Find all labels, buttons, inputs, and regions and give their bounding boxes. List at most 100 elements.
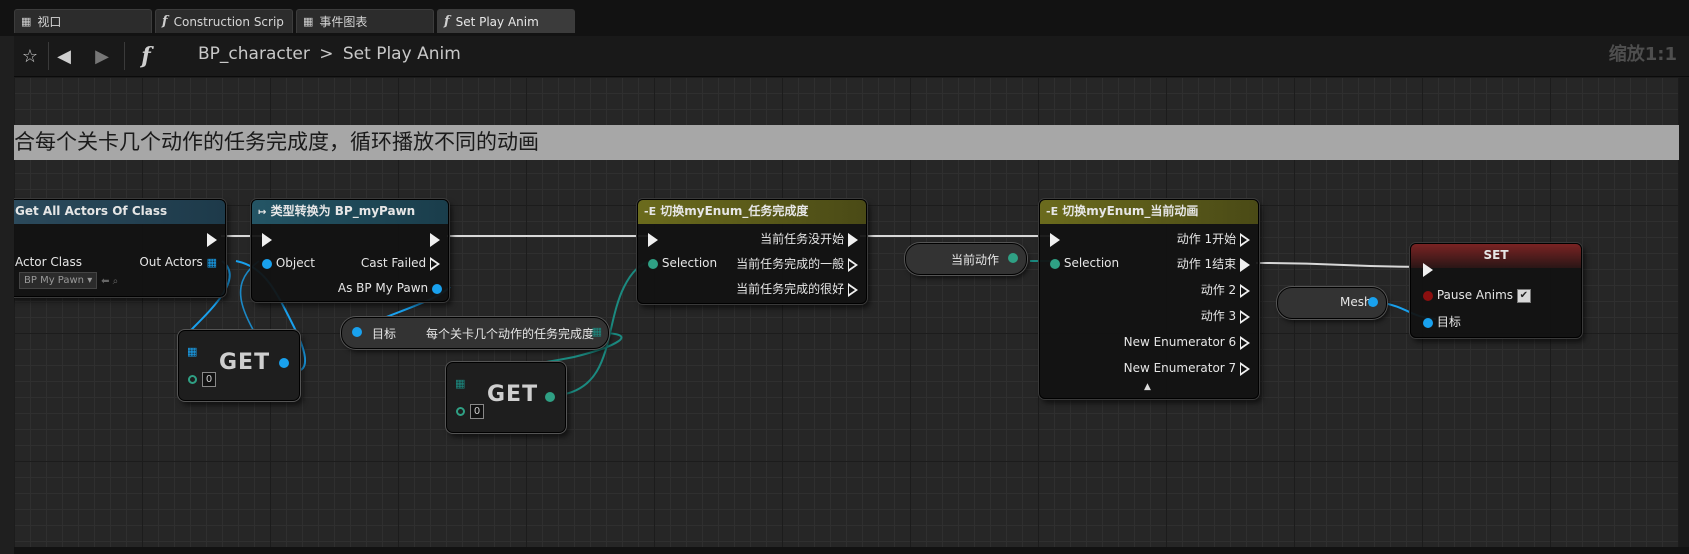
selection-pin[interactable]: Selection <box>648 254 717 272</box>
switch-enum-icon: -E <box>644 205 657 218</box>
node-title: SET <box>1411 244 1581 268</box>
output-pin[interactable]: New Enumerator 6 <box>1124 333 1250 351</box>
pause-anims-pin[interactable]: Pause Anims ✔ <box>1423 286 1531 304</box>
tab-event-graph[interactable]: ▦ 事件图表 <box>296 9 434 33</box>
switch-enum-icon: -E <box>1046 205 1059 218</box>
expand-arrow-icon[interactable]: ▲ <box>1144 378 1151 396</box>
vertical-scrollbar[interactable] <box>1679 77 1689 547</box>
node-mesh-variable[interactable]: Mesh <box>1277 287 1387 319</box>
graph-canvas[interactable]: 合每个关卡几个动作的任务完成度，循环播放不同的动画 Get All Actors… <box>14 77 1689 547</box>
value-pin[interactable] <box>1368 297 1378 307</box>
out-actors-pin[interactable]: Out Actors ▦ <box>139 253 217 271</box>
graph-toolbar: ☆ ◀ ▶ f BP_character > Set Play Anim 缩放1… <box>14 36 1689 77</box>
actor-class-dropdown[interactable]: BP My Pawn ▾ ⬅ ⌕ <box>19 271 118 289</box>
forward-arrow-icon[interactable]: ▶ <box>88 42 116 70</box>
get-label: GET <box>219 350 271 375</box>
node-title: Get All Actors Of Class <box>14 200 225 224</box>
node-title: -E 切换myEnum_任务完成度 <box>638 200 866 224</box>
function-icon: f <box>141 43 151 69</box>
output-label: 动作 3 <box>1200 309 1237 323</box>
index-pin[interactable]: 0 <box>188 369 217 388</box>
pause-anims-checkbox[interactable]: ✔ <box>1516 288 1531 303</box>
node-current-action-variable[interactable]: 当前动作 <box>905 243 1027 275</box>
node-title-text: 类型转换为 BP_myPawn <box>270 204 416 218</box>
function-icon: f <box>162 14 168 29</box>
left-panel-strip <box>0 36 15 554</box>
value-pin[interactable] <box>1008 253 1018 263</box>
object-label: Object <box>275 256 315 270</box>
output-pin[interactable]: 动作 1结束 <box>1177 255 1250 273</box>
target-pin[interactable] <box>352 327 362 337</box>
cast-failed-label: Cast Failed <box>360 256 427 270</box>
output-label: 当前任务完成的很好 <box>736 282 845 296</box>
exec-out-pin[interactable] <box>207 230 217 248</box>
output-pin[interactable]: 动作 3 <box>1201 307 1250 325</box>
node-title-text: 切换myEnum_当前动画 <box>1062 204 1199 218</box>
index-value[interactable]: 0 <box>202 372 217 387</box>
actor-class-value: BP My Pawn <box>24 275 85 286</box>
out-actors-label: Out Actors <box>139 255 203 269</box>
zoom-level: 缩放1:1 <box>1608 44 1677 65</box>
browse-arrow-icon[interactable]: ⬅ ⌕ <box>101 276 118 287</box>
bottom-bar <box>14 547 1689 554</box>
output-label: New Enumerator 7 <box>1123 361 1237 375</box>
cast-failed-pin[interactable]: Cast Failed <box>361 254 440 272</box>
output-label: 动作 1结束 <box>1176 257 1237 271</box>
breadcrumb-root[interactable]: BP_character <box>198 44 310 64</box>
exec-in-pin[interactable] <box>1050 230 1060 248</box>
node-title: -E 切换myEnum_当前动画 <box>1040 200 1258 224</box>
get-label: GET <box>487 382 539 407</box>
index-value[interactable]: 0 <box>470 404 485 419</box>
node-array-get-2[interactable]: ▦ GET 0 <box>446 362 566 433</box>
exec-in-pin[interactable] <box>262 230 272 248</box>
as-pawn-pin[interactable]: As BP My Pawn <box>338 279 442 297</box>
output-pin[interactable]: 当前任务完成的很好 <box>736 280 858 298</box>
favorite-star-icon[interactable]: ☆ <box>16 42 44 70</box>
variable-label: Mesh <box>1340 295 1372 309</box>
output-label: 当前任务完成的一般 <box>736 257 845 271</box>
node-switch-current-animation[interactable]: -E 切换myEnum_当前动画 Selection 动作 1开始 动作 1结束… <box>1039 199 1259 399</box>
exec-in-pin[interactable] <box>1423 260 1433 278</box>
node-switch-task-completion[interactable]: -E 切换myEnum_任务完成度 Selection 当前任务没开始 当前任务… <box>637 199 867 304</box>
exec-out-pin[interactable] <box>430 230 440 248</box>
index-pin[interactable]: 0 <box>456 401 485 420</box>
breadcrumb: BP_character > Set Play Anim <box>198 44 461 64</box>
array-pin-icon: ▦ <box>455 377 466 390</box>
tab-construction-script[interactable]: f Construction Scrip <box>155 9 293 33</box>
output-label: 动作 2 <box>1200 283 1237 297</box>
target-label: 目标 <box>372 327 397 341</box>
node-task-completion-variable[interactable]: 目标 每个关卡几个动作的任务完成度 ▦ <box>341 317 609 349</box>
selection-label: Selection <box>1063 256 1120 270</box>
target-pin[interactable]: 目标 <box>1423 313 1461 331</box>
output-pin[interactable]: 动作 2 <box>1201 281 1250 299</box>
output-pin[interactable]: 动作 1开始 <box>1177 230 1250 248</box>
output-label: 动作 1开始 <box>1176 232 1237 246</box>
output-pin[interactable]: 当前任务完成的一般 <box>736 255 858 273</box>
node-get-all-actors-of-class[interactable]: Get All Actors Of Class Actor Class Out … <box>14 199 226 297</box>
tab-viewport[interactable]: ▦ 视口 <box>14 9 152 33</box>
object-pin[interactable]: Object <box>262 254 315 272</box>
as-pawn-label: As BP My Pawn <box>337 281 429 295</box>
cast-icon: ↦ <box>258 207 267 218</box>
pause-anims-label: Pause Anims <box>1436 288 1514 302</box>
result-pin[interactable] <box>545 392 555 402</box>
event-graph-icon: ▦ <box>303 15 314 28</box>
variable-label: 当前动作 <box>951 253 1000 267</box>
selection-pin[interactable]: Selection <box>1050 254 1119 272</box>
back-arrow-icon[interactable]: ◀ <box>50 42 78 70</box>
node-array-get-1[interactable]: ▦ GET 0 <box>178 330 300 401</box>
exec-in-pin[interactable] <box>648 230 658 248</box>
array-pin-icon: ▦ <box>591 325 602 338</box>
breadcrumb-current: Set Play Anim <box>342 44 461 64</box>
tab-label: 视口 <box>37 15 62 29</box>
tab-set-play-anim[interactable]: f Set Play Anim <box>437 9 575 33</box>
node-cast-to-bp-mypawn[interactable]: ↦ 类型转换为 BP_myPawn Object Cast Failed As … <box>251 199 449 302</box>
tab-label: Construction Scrip <box>173 14 284 29</box>
variable-label: 每个关卡几个动作的任务完成度 <box>426 327 595 341</box>
result-pin[interactable] <box>279 358 289 368</box>
tab-label: Set Play Anim <box>455 14 539 29</box>
output-pin[interactable]: New Enumerator 7 <box>1124 359 1250 377</box>
node-set-pause-anims[interactable]: SET Pause Anims ✔ 目标 <box>1410 243 1582 338</box>
function-icon: f <box>444 14 450 29</box>
output-pin[interactable]: 当前任务没开始 <box>760 230 858 248</box>
